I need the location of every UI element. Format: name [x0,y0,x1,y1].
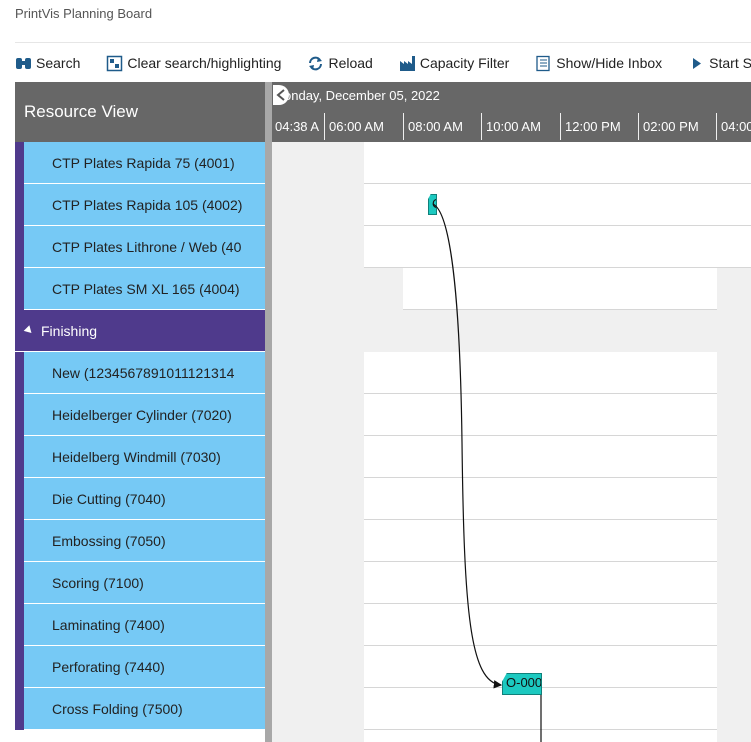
clear-search-label: Clear search/highlighting [127,55,282,71]
resource-row[interactable]: Scoring (7100) [15,562,265,604]
resource-label: Scoring (7100) [52,574,144,591]
dependency-arrow [432,203,503,689]
resource-list: CTP Plates Rapida 75 (4001) CTP Plates Ra… [15,142,265,730]
app-title: PrintVis Planning Board [15,6,153,21]
resource-label: Heidelberg Windmill (7030) [52,448,221,465]
play-icon [688,55,705,72]
schedule-grid[interactable]: OO-000O-000363 Planning Board Te [272,142,751,742]
time-tick-label: 04:38 A [275,119,320,134]
time-tick-label: 06:00 AM [329,119,384,134]
toolbar: Search Clear search/highlighting Reload … [15,52,751,74]
group-label: Finishing [41,322,98,339]
resource-row[interactable]: Die Cutting (7040) [15,478,265,520]
resource-row[interactable]: CTP Plates Rapida 75 (4001) [15,142,265,184]
resource-label: Embossing (7050) [52,532,166,549]
time-tick-label: 04:00 [721,119,751,134]
timeline-date: onday, December 05, 2022 [284,88,440,103]
capacity-filter-button[interactable]: Capacity Filter [399,55,509,72]
resource-row[interactable]: CTP Plates SM XL 165 (4004) [15,268,265,310]
resource-row[interactable]: Heidelberger Cylinder (7020) [15,394,265,436]
time-tick-label: 10:00 AM [486,119,541,134]
reload-icon [307,55,324,72]
resource-row[interactable]: Heidelberg Windmill (7030) [15,436,265,478]
time-tick-label: 08:00 AM [408,119,463,134]
resource-label: Cross Folding (7500) [52,700,183,717]
resource-row[interactable]: New (1234567891011121314 [15,352,265,394]
start-label: Start Sir [709,55,751,71]
search-label: Search [36,55,81,71]
resource-row[interactable]: Embossing (7050) [15,520,265,562]
timeline-header: onday, December 05, 2022 04:38 A 06:00 AM… [272,82,751,142]
search-button[interactable]: Search [15,55,80,72]
planning-board: Resource View CTP Plates Rapida 75 (4001… [15,82,751,742]
resource-label: Heidelberger Cylinder (7020) [52,406,232,423]
collapse-triangle-icon[interactable] [23,325,35,336]
start-button[interactable]: Start Sir [688,55,751,72]
tick-separator [324,113,325,140]
show-hide-inbox-label: Show/Hide Inbox [556,55,663,71]
resource-label: CTP Plates Rapida 105 (4002) [52,196,243,213]
resource-label: Laminating (7400) [52,616,165,633]
time-tick-label: 02:00 PM [643,119,699,134]
resource-row[interactable]: Perforating (7440) [15,646,265,688]
resource-row[interactable]: Cross Folding (7500) [15,688,265,730]
tick-separator [481,113,482,140]
tick-separator [560,113,561,140]
show-hide-inbox-button[interactable]: Show/Hide Inbox [535,55,662,72]
inbox-list-icon [535,55,552,72]
resource-label: CTP Plates Lithrone / Web (40 [52,238,242,255]
title-divider [15,42,751,43]
resource-label: New (1234567891011121314 [52,364,235,381]
group-row[interactable]: Finishing [15,310,265,352]
tick-separator [716,113,717,140]
factory-icon [399,55,416,72]
capacity-filter-label: Capacity Filter [419,55,510,71]
resource-label: CTP Plates SM XL 165 (4004) [52,280,240,297]
binoculars-icon [15,55,32,72]
dependency-links [432,203,542,742]
time-tick-label: 12:00 PM [565,119,621,134]
reload-button[interactable]: Reload [307,55,373,72]
clear-highlight-icon [106,55,123,72]
reload-label: Reload [328,55,373,71]
clear-search-button[interactable]: Clear search/highlighting [106,55,281,72]
resource-label: Perforating (7440) [52,658,165,675]
resource-label: Die Cutting (7040) [52,490,166,507]
resource-row[interactable]: CTP Plates Lithrone / Web (40 [15,226,265,268]
pane-splitter[interactable] [265,82,272,742]
tick-separator [403,113,404,140]
resource-label: CTP Plates Rapida 75 (4001) [52,154,235,171]
tick-separator [638,113,639,140]
resource-row[interactable]: CTP Plates Rapida 105 (4002) [15,184,265,226]
resource-row[interactable]: Laminating (7400) [15,604,265,646]
resource-view-header: Resource View [15,82,265,142]
